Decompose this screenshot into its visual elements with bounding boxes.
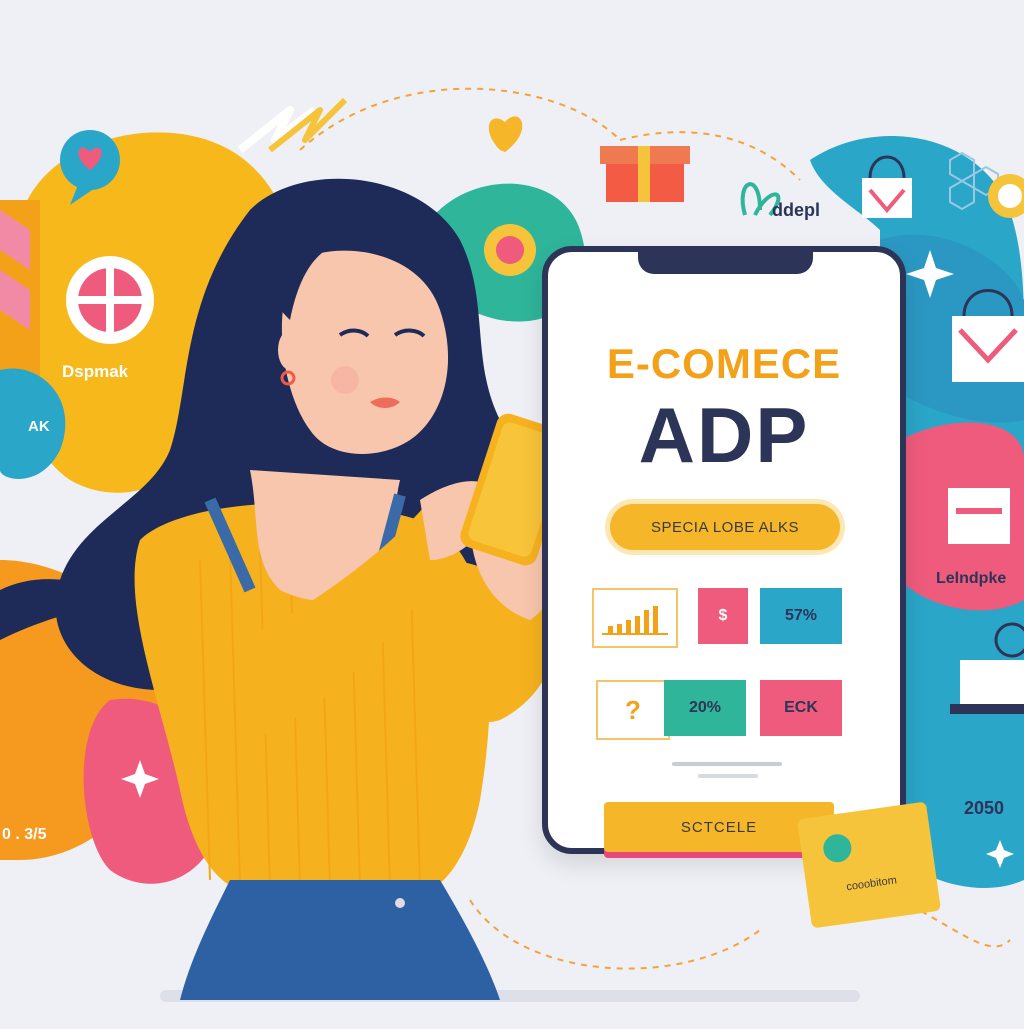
divider-line [672, 762, 782, 766]
divider-line [698, 774, 758, 778]
right-mid-label: Lelndpke [936, 570, 1007, 587]
tile-discount-20[interactable]: 20% [664, 680, 746, 736]
tile-question[interactable]: ? [596, 680, 670, 740]
tile-price[interactable]: $ [698, 588, 748, 644]
promo-button[interactable]: SPECIA LOBE ALKS [610, 504, 840, 550]
bar-chart-icon [602, 606, 668, 635]
left-mid-label: AK [28, 418, 50, 435]
tile-eck[interactable]: ECK [760, 680, 842, 736]
tile-discount-57[interactable]: 57% [760, 588, 842, 644]
tile-chart[interactable] [592, 588, 678, 648]
coupon-card[interactable]: cooobitom [796, 801, 942, 929]
question-label: ? [625, 694, 641, 725]
eck-label: ECK [784, 699, 818, 716]
headline-text: E-COMECE [606, 340, 842, 387]
left-bottom-label: 0 . 3/5 [2, 826, 47, 843]
app-title: ADP [638, 391, 810, 479]
coupon-card-label: cooobitom [845, 874, 898, 894]
price-label: $ [718, 607, 728, 624]
discount-20-label: 20% [688, 699, 722, 716]
discount-label: 57% [784, 607, 818, 624]
right-top-label: ddepl [772, 200, 820, 220]
right-bottom-label: 2050 [964, 798, 1005, 818]
phone-notch [638, 252, 813, 274]
phone-mockup: E-COMECE ADP SPECIA LOBE ALKS $ 57% ? 20… [542, 246, 906, 854]
card-chip-icon [817, 827, 858, 869]
left-bubble-label: Dspmak [62, 362, 129, 381]
